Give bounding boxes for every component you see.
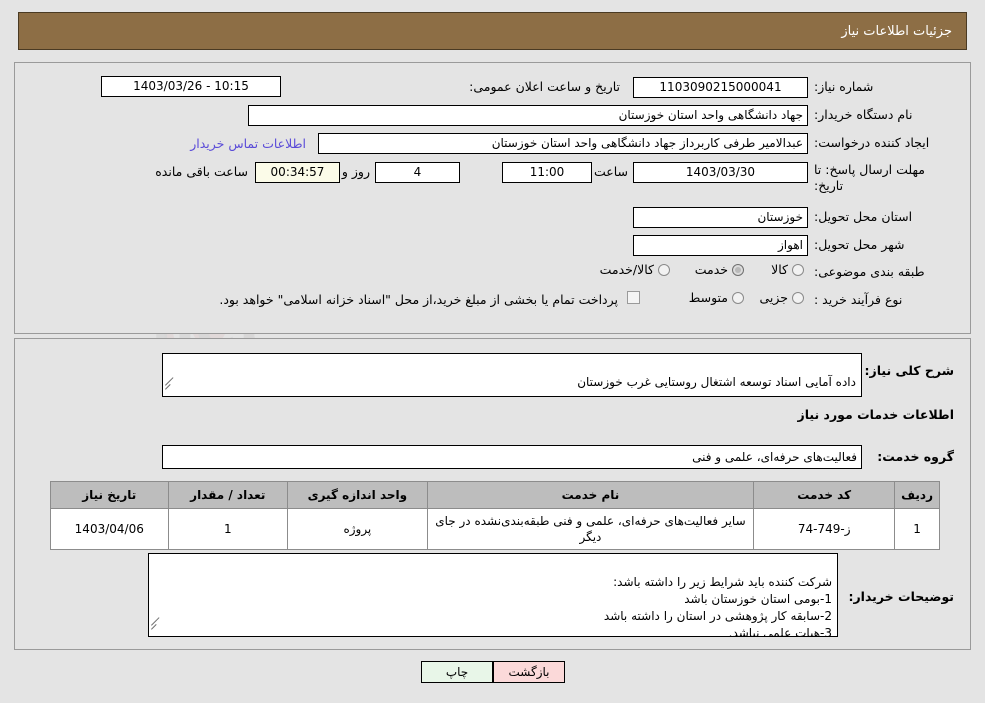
cell-radif: 1 (894, 508, 940, 550)
general-desc-textarea[interactable]: داده آمایی اسناد توسعه اشتغال روستایی غر… (162, 353, 862, 397)
back-button[interactable]: بازگشت (493, 661, 565, 683)
deadline-label: مهلت ارسال پاسخ: تا تاریخ: (814, 162, 925, 193)
process-type-label: نوع فرآیند خرید : (814, 292, 903, 307)
buyer-org-label: نام دستگاه خریدار: (814, 107, 913, 122)
need-number-field[interactable]: 1103090215000041 (633, 77, 808, 98)
remaining-days-label: روز و (341, 164, 370, 179)
resize-grip-icon[interactable] (165, 377, 175, 395)
table-col-unit: واحد اندازه گیری (287, 481, 428, 509)
print-button[interactable]: چاپ (421, 661, 493, 683)
general-desc-label: شرح کلی نیاز: (864, 363, 954, 378)
countdown-timer-field: 00:34:57 (255, 162, 340, 183)
process-type-option-jozei[interactable]: جزیی (755, 290, 804, 305)
deadline-date-field[interactable]: 1403/03/30 (633, 162, 808, 183)
countdown-timer-label: ساعت باقی مانده (155, 164, 248, 179)
table-col-quantity: تعداد / مقدار (167, 481, 289, 509)
resize-grip-icon[interactable] (151, 617, 161, 635)
buyer-remarks-label: توضیحات خریدار: (848, 589, 954, 604)
remaining-days-field[interactable]: 4 (375, 162, 460, 183)
service-group-field[interactable]: فعالیت‌های حرفه‌ای، علمی و فنی (162, 445, 862, 469)
cell-need-date: 1403/04/06 (50, 508, 169, 550)
need-details-page: AriaTender.net جزئیات اطلاعات نیاز شماره… (0, 0, 985, 703)
table-col-service-code: کد خدمت (753, 481, 896, 509)
table-col-service-name: نام خدمت (426, 481, 755, 509)
radio-kala-icon[interactable] (792, 263, 804, 276)
page-title: جزئیات اطلاعات نیاز (841, 23, 952, 39)
delivery-city-label: شهر محل تحویل: (814, 237, 905, 252)
classification-option-khedmat[interactable]: خدمت (691, 262, 744, 277)
process-type-option-jozei-label: جزیی (759, 290, 788, 305)
cell-service-code: ز-749-74 (753, 508, 896, 550)
page-header-bar: جزئیات اطلاعات نیاز (18, 12, 967, 50)
buyer-remarks-value: شرکت کننده باید شرایط زیر را داشته باشد:… (603, 575, 832, 637)
treasury-bonds-text: پرداخت تمام یا بخشی از مبلغ خرید،از محل … (219, 292, 618, 307)
radio-kala-khedmat-icon[interactable] (658, 263, 670, 276)
need-number-label: شماره نیاز: (814, 79, 874, 94)
cell-unit: پروژه (287, 508, 428, 550)
classification-option-kala-khedmat[interactable]: کالا/خدمت (596, 262, 670, 277)
services-table: ردیف کد خدمت نام خدمت واحد اندازه گیری ت… (50, 481, 940, 550)
need-summary-panel: شماره نیاز: 1103090215000041 تاریخ و ساع… (14, 62, 971, 334)
buyer-contact-info-link[interactable]: اطلاعات تماس خریدار (190, 136, 306, 151)
general-desc-value: داده آمایی اسناد توسعه اشتغال روستایی غر… (577, 375, 856, 389)
delivery-province-label: استان محل تحویل: (814, 209, 913, 224)
table-row: 1 ز-749-74 سایر فعالیت‌های حرفه‌ای، علمی… (50, 508, 940, 550)
need-details-panel: شرح کلی نیاز: داده آمایی اسناد توسعه اشت… (14, 338, 971, 650)
request-creator-field[interactable]: عبدالامیر طرفی کاربرداز جهاد دانشگاهی وا… (318, 133, 808, 154)
buyer-remarks-textarea[interactable]: شرکت کننده باید شرایط زیر را داشته باشد:… (148, 553, 838, 637)
announce-datetime-field[interactable]: 10:15 - 1403/03/26 (101, 76, 281, 97)
announce-datetime-label: تاریخ و ساعت اعلان عمومی: (469, 79, 620, 94)
classification-option-kala-khedmat-label: کالا/خدمت (599, 262, 654, 277)
services-section-heading: اطلاعات خدمات مورد نیاز (797, 407, 955, 422)
request-creator-label: ایجاد کننده درخواست: (814, 135, 930, 150)
cell-service-name: سایر فعالیت‌های حرفه‌ای، علمی و فنی طبقه… (426, 508, 755, 550)
table-col-radif: ردیف (894, 481, 940, 509)
service-group-label: گروه خدمت: (877, 449, 954, 464)
delivery-province-field[interactable]: خوزستان (633, 207, 808, 228)
classification-label: طبقه بندی موضوعی: (814, 264, 925, 279)
process-type-option-motevaset[interactable]: متوسط (685, 290, 744, 305)
treasury-bonds-checkbox[interactable] (627, 291, 640, 304)
radio-khedmat-icon[interactable] (732, 263, 744, 276)
buyer-org-field[interactable]: جهاد دانشگاهی واحد استان خوزستان (248, 105, 808, 126)
radio-motevaset-icon[interactable] (732, 291, 744, 304)
classification-option-kala-label: کالا (771, 262, 788, 277)
classification-option-kala[interactable]: کالا (767, 262, 804, 277)
table-col-need-date: تاریخ نیاز (50, 481, 169, 509)
process-type-option-motevaset-label: متوسط (688, 290, 728, 305)
deadline-time-label: ساعت (593, 164, 628, 179)
radio-jozei-icon[interactable] (792, 291, 804, 304)
deadline-time-field[interactable]: 11:00 (502, 162, 592, 183)
cell-quantity: 1 (167, 508, 289, 550)
table-header-row: ردیف کد خدمت نام خدمت واحد اندازه گیری ت… (50, 481, 940, 509)
classification-option-khedmat-label: خدمت (694, 262, 728, 277)
delivery-city-field[interactable]: اهواز (633, 235, 808, 256)
